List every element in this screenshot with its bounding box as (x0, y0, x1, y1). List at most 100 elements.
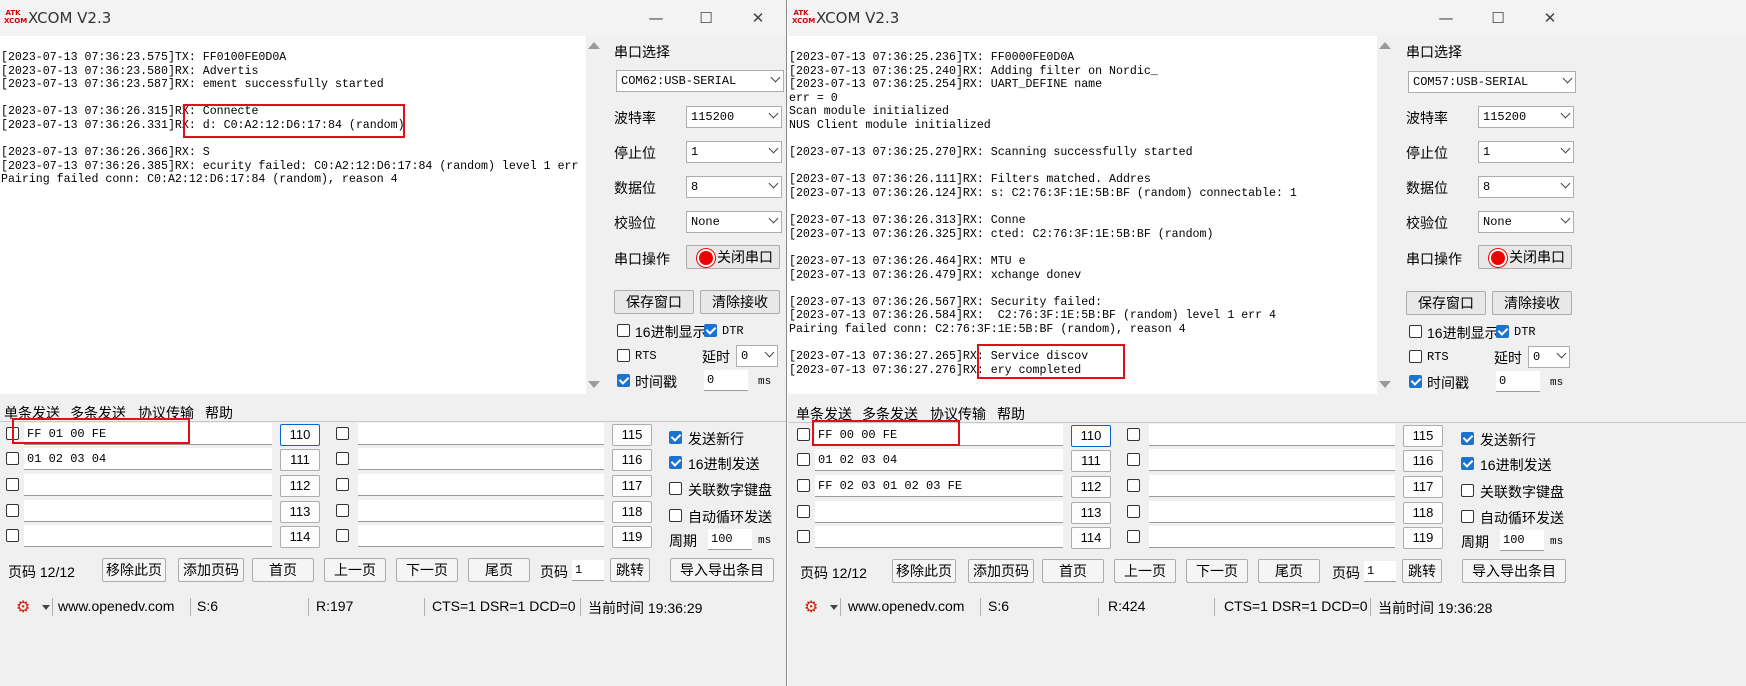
send-row-button[interactable]: 113 (280, 501, 320, 523)
baud-select[interactable]: 115200 (1478, 106, 1574, 128)
clear-receive-button[interactable]: 清除接收 (1492, 291, 1572, 315)
page-code-input[interactable]: 1 (1364, 561, 1396, 582)
jump-button[interactable]: 跳转 (610, 558, 650, 582)
row-checkbox[interactable] (336, 452, 349, 465)
receive-area[interactable]: [2023-07-13 07:36:23.575]TX: FF0100FE0D0… (0, 36, 586, 394)
row-checkbox[interactable] (797, 530, 810, 543)
send-row-button[interactable]: 117 (1403, 476, 1443, 498)
save-window-button[interactable]: 保存窗口 (1406, 291, 1486, 315)
row-checkbox[interactable] (1127, 530, 1140, 543)
send-data-input[interactable] (358, 525, 604, 547)
row-checkbox[interactable] (797, 479, 810, 492)
prev-page-button[interactable]: 上一页 (1114, 559, 1176, 583)
rts-checkbox[interactable] (1409, 350, 1422, 363)
first-page-button[interactable]: 首页 (252, 558, 314, 582)
remove-page-button[interactable]: 移除此页 (892, 559, 956, 583)
auto-loop-checkbox[interactable] (669, 509, 682, 522)
dtr-checkbox[interactable] (704, 324, 717, 337)
row-checkbox[interactable] (6, 452, 19, 465)
send-data-input[interactable] (358, 500, 604, 522)
close-icon[interactable]: ✕ (748, 8, 768, 28)
send-data-input[interactable] (1149, 424, 1395, 446)
row-checkbox[interactable] (336, 529, 349, 542)
row-checkbox[interactable] (1127, 505, 1140, 518)
add-page-button[interactable]: 添加页码 (968, 559, 1034, 583)
stop-bits-select[interactable]: 1 (1478, 141, 1574, 163)
title-bar[interactable]: ATK XCOM XCOM V2.3 — ☐ ✕ (788, 0, 1746, 36)
hex-send-checkbox[interactable] (669, 456, 682, 469)
first-page-button[interactable]: 首页 (1042, 559, 1104, 583)
minimize-icon[interactable]: — (1436, 8, 1456, 28)
last-page-button[interactable]: 尾页 (468, 558, 530, 582)
save-window-button[interactable]: 保存窗口 (614, 290, 694, 314)
send-row-button[interactable]: 117 (612, 475, 652, 497)
send-row-button[interactable]: 119 (612, 526, 652, 548)
close-port-button[interactable]: 关闭串口 (686, 245, 780, 269)
send-row-button[interactable]: 118 (1403, 502, 1443, 524)
auto-loop-checkbox[interactable] (1461, 510, 1474, 523)
send-data-input[interactable] (24, 525, 272, 547)
send-row-button[interactable]: 111 (1071, 450, 1111, 472)
send-data-input[interactable] (1149, 449, 1395, 471)
send-row-button[interactable]: 112 (1071, 476, 1111, 498)
import-export-button[interactable]: 导入导出条目 (1462, 559, 1566, 583)
send-data-input[interactable]: FF 02 03 01 02 03 FE (815, 475, 1063, 497)
send-row-button[interactable]: 113 (1071, 502, 1111, 524)
scroll-up-icon[interactable] (588, 42, 600, 49)
send-row-button[interactable]: 114 (280, 526, 320, 548)
scroll-down-icon[interactable] (588, 381, 600, 388)
send-row-button[interactable]: 114 (1071, 527, 1111, 549)
receive-area[interactable]: [2023-07-13 07:36:25.236]TX: FF0000FE0D0… (788, 36, 1377, 394)
send-data-input[interactable] (358, 423, 604, 445)
row-checkbox[interactable] (797, 453, 810, 466)
send-data-input[interactable]: 01 02 03 04 (815, 449, 1063, 471)
prev-page-button[interactable]: 上一页 (324, 558, 386, 582)
row-checkbox[interactable] (336, 478, 349, 491)
clear-receive-button[interactable]: 清除接收 (700, 290, 780, 314)
dtr-checkbox[interactable] (1496, 325, 1509, 338)
rts-checkbox[interactable] (617, 349, 630, 362)
website-link[interactable]: www.openedv.com (848, 598, 964, 614)
row-checkbox[interactable] (336, 427, 349, 440)
send-data-input[interactable] (24, 500, 272, 522)
period-input[interactable]: 100 (708, 529, 752, 550)
scroll-down-icon[interactable] (1379, 381, 1391, 388)
port-select[interactable]: COM62:USB-SERIAL (616, 70, 784, 92)
delay-select[interactable]: 0 (1528, 346, 1570, 368)
close-icon[interactable]: ✕ (1540, 8, 1560, 28)
send-data-input[interactable] (815, 526, 1063, 548)
send-row-button[interactable]: 115 (612, 424, 652, 446)
row-checkbox[interactable] (797, 505, 810, 518)
jump-button[interactable]: 跳转 (1402, 559, 1442, 583)
numpad-checkbox[interactable] (1461, 484, 1474, 497)
row-checkbox[interactable] (6, 529, 19, 542)
send-data-input[interactable] (815, 501, 1063, 523)
row-checkbox[interactable] (797, 428, 810, 441)
minimize-icon[interactable]: — (646, 8, 666, 28)
send-newline-checkbox[interactable] (1461, 432, 1474, 445)
dropdown-icon[interactable] (42, 605, 50, 610)
last-page-button[interactable]: 尾页 (1258, 559, 1320, 583)
receive-scrollbar[interactable] (1377, 36, 1393, 394)
send-row-button[interactable]: 116 (1403, 450, 1443, 472)
maximize-icon[interactable]: ☐ (1488, 8, 1508, 28)
close-port-button[interactable]: 关闭串口 (1478, 245, 1572, 269)
send-data-input[interactable] (24, 474, 272, 496)
timestamp-checkbox[interactable] (617, 374, 630, 387)
website-link[interactable]: www.openedv.com (58, 598, 174, 614)
import-export-button[interactable]: 导入导出条目 (670, 558, 774, 582)
add-page-button[interactable]: 添加页码 (178, 558, 244, 582)
maximize-icon[interactable]: ☐ (696, 8, 716, 28)
send-data-input[interactable] (1149, 526, 1395, 548)
hex-display-checkbox[interactable] (1409, 325, 1422, 338)
title-bar[interactable]: ATK XCOM XCOM V2.3 — ☐ ✕ (0, 0, 786, 36)
send-row-button[interactable]: 110 (1071, 425, 1111, 447)
receive-scrollbar[interactable] (586, 36, 602, 394)
baud-select[interactable]: 115200 (686, 106, 782, 128)
gear-icon[interactable]: ⚙ (16, 598, 30, 616)
send-data-input[interactable] (1149, 475, 1395, 497)
send-data-input[interactable]: 01 02 03 04 (24, 448, 272, 470)
tab-help[interactable]: 帮助 (997, 404, 1025, 424)
send-row-button[interactable]: 115 (1403, 425, 1443, 447)
send-data-input[interactable] (1149, 501, 1395, 523)
